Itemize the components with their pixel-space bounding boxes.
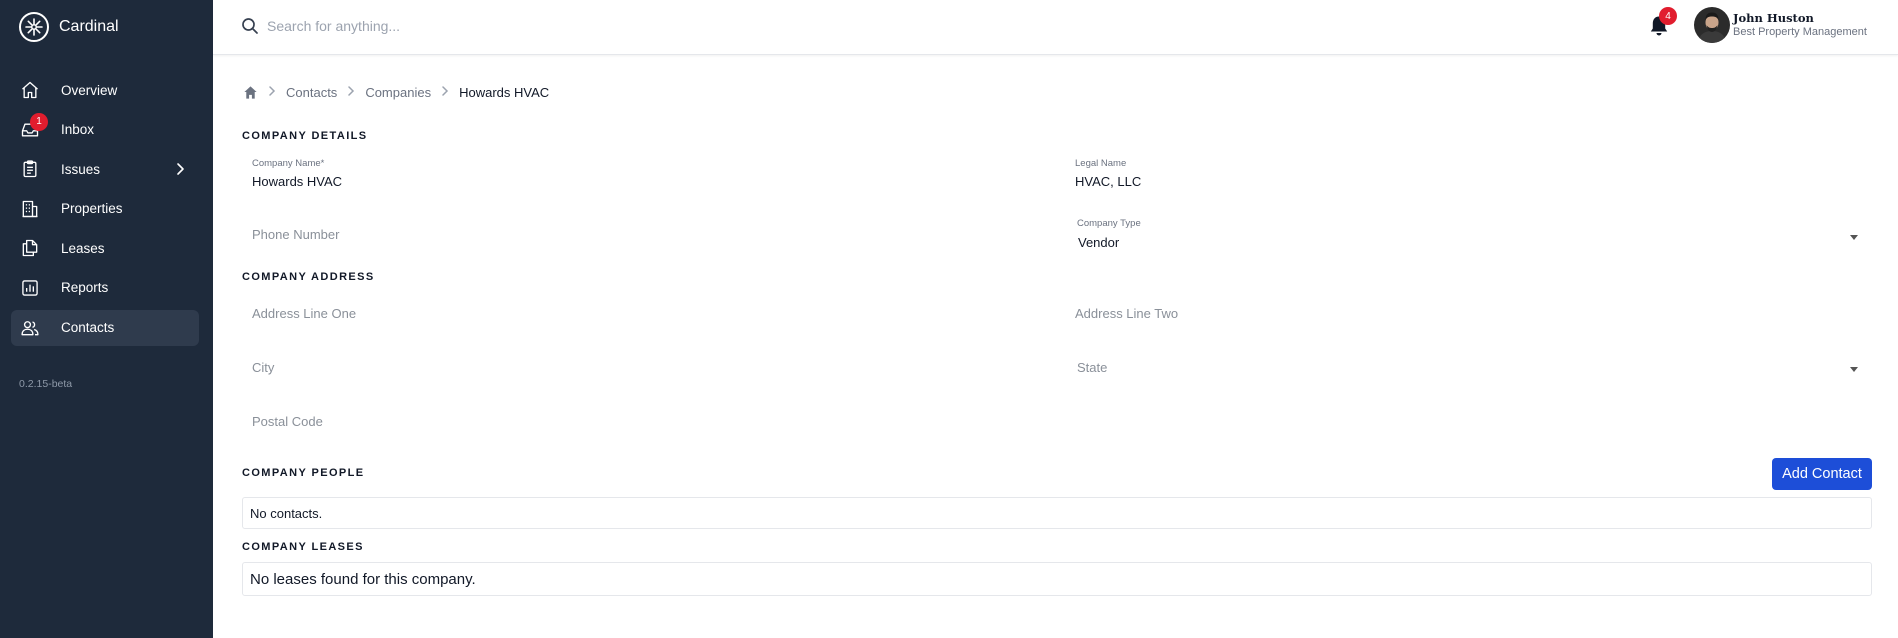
- app-name: Cardinal: [59, 18, 119, 35]
- sidebar-item-leases[interactable]: Leases: [11, 230, 199, 266]
- section-title-company-details: COMPANY DETAILS: [242, 130, 368, 142]
- chart-icon: [20, 278, 40, 298]
- sidebar-item-label: Contacts: [61, 320, 115, 336]
- breadcrumb-companies[interactable]: Companies: [365, 85, 431, 100]
- user-organization: Best Property Management: [1733, 26, 1867, 38]
- contacts-empty-text: No contacts.: [250, 505, 323, 521]
- top-bar: 4 John Huston Best Property Management: [213, 0, 1898, 55]
- sidebar-item-label: Reports: [61, 280, 109, 296]
- sidebar: Cardinal Overview 1 Inbox Issues Propert…: [0, 0, 213, 638]
- clipboard-icon: [20, 159, 40, 179]
- legal-name-value[interactable]: HVAC, LLC: [1075, 174, 1141, 189]
- add-contact-button[interactable]: Add Contact: [1772, 458, 1872, 490]
- sidebar-item-label: Overview: [61, 82, 118, 98]
- app-version: 0.2.15-beta: [19, 378, 73, 390]
- sidebar-item-contacts[interactable]: Contacts: [11, 309, 199, 346]
- chevron-right-icon[interactable]: [171, 160, 189, 178]
- sidebar-item-label: Properties: [61, 201, 123, 217]
- sidebar-item-overview[interactable]: Overview: [11, 72, 199, 108]
- company-name-label: Company Name*: [252, 158, 325, 169]
- search-input[interactable]: [267, 14, 867, 38]
- user-name[interactable]: John Huston: [1733, 11, 1814, 25]
- documents-icon: [20, 238, 40, 258]
- caret-down-icon[interactable]: [1850, 367, 1858, 372]
- breadcrumb-contacts[interactable]: Contacts: [286, 85, 337, 100]
- home-icon[interactable]: [243, 85, 258, 100]
- brand[interactable]: Cardinal: [19, 12, 119, 42]
- sidebar-item-label: Leases: [61, 240, 105, 256]
- section-title-company-people: COMPANY PEOPLE: [242, 467, 365, 479]
- legal-name-label: Legal Name: [1075, 158, 1127, 169]
- search-icon: [241, 17, 259, 35]
- sidebar-item-reports[interactable]: Reports: [11, 270, 199, 306]
- breadcrumb-current: Howards HVAC: [459, 84, 550, 100]
- breadcrumb: Contacts Companies Howards HVAC: [243, 83, 549, 101]
- chevron-right-icon: [347, 85, 355, 99]
- users-icon: [20, 318, 40, 338]
- address-line-two-field[interactable]: Address Line Two: [1075, 306, 1178, 321]
- address-line-one-field[interactable]: Address Line One: [252, 306, 356, 321]
- notification-badge: 4: [1659, 7, 1677, 25]
- sidebar-item-properties[interactable]: Properties: [11, 191, 199, 227]
- cardinal-logo-icon: [19, 12, 49, 42]
- phone-number-field[interactable]: Phone Number: [252, 227, 339, 242]
- contacts-empty-state: No contacts.: [242, 497, 1872, 529]
- sidebar-item-inbox[interactable]: 1 Inbox: [11, 112, 199, 148]
- company-type-label: Company Type: [1077, 218, 1141, 229]
- leases-empty-state: No leases found for this company.: [242, 562, 1872, 596]
- section-title-company-leases: COMPANY LEASES: [242, 541, 364, 553]
- section-title-company-address: COMPANY ADDRESS: [242, 271, 375, 283]
- city-field[interactable]: City: [252, 360, 274, 375]
- sidebar-item-label: Inbox: [61, 122, 95, 138]
- leases-empty-text: No leases found for this company.: [250, 570, 476, 588]
- sidebar-item-issues[interactable]: Issues: [11, 151, 199, 187]
- company-name-value[interactable]: Howards HVAC: [252, 174, 342, 189]
- state-placeholder[interactable]: State: [1077, 360, 1107, 375]
- avatar[interactable]: [1694, 7, 1730, 43]
- company-type-value[interactable]: Vendor: [1078, 235, 1119, 250]
- postal-code-field[interactable]: Postal Code: [252, 414, 323, 429]
- caret-down-icon[interactable]: [1850, 235, 1858, 240]
- home-icon: [20, 80, 40, 100]
- sidebar-nav: Overview 1 Inbox Issues Properties Lease…: [11, 72, 199, 349]
- sidebar-item-label: Issues: [61, 161, 101, 177]
- chevron-right-icon: [441, 85, 449, 99]
- inbox-badge: 1: [30, 112, 48, 131]
- building-icon: [20, 199, 40, 219]
- chevron-right-icon: [268, 85, 276, 99]
